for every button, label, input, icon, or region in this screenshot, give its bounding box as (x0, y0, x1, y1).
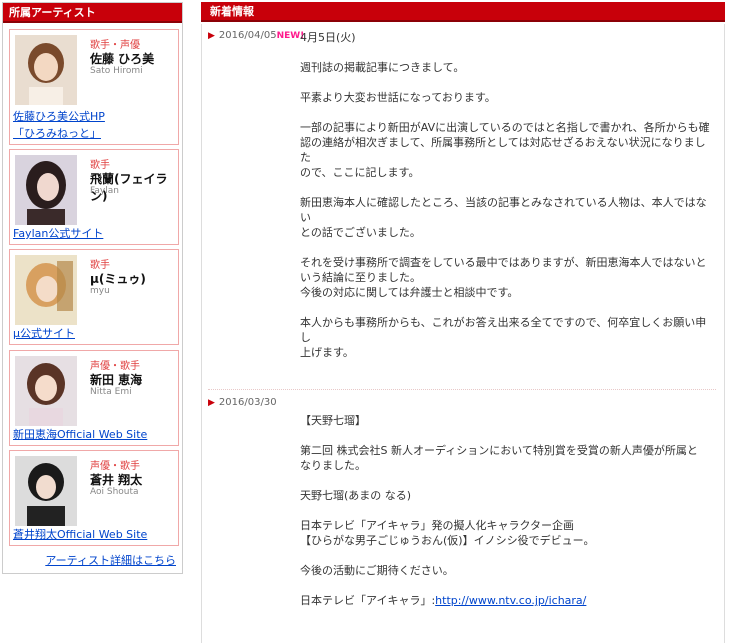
artist-role: 歌手 (90, 160, 110, 171)
news-line: 新田恵海本人に確認したところ、当該の記事とみなされている人物は、本人ではない (300, 196, 707, 224)
news-list: ▶ 2016/04/05NEW! 4月5日(火) 週刊誌の掲載記事につきまして。 … (201, 24, 725, 643)
news-line: 日本テレビ「アイキャラ」発の擬人化キャラクター企画 (300, 519, 575, 532)
artist-official-link[interactable]: μ公式サイト (13, 325, 75, 341)
news-line: ので、ここに記します。 (300, 166, 420, 179)
artist-card-faylan: 歌手 飛蘭(フェイラン) Faylan Faylan公式サイト (9, 149, 179, 245)
artist-card-nitta-emi: 声優・歌手 新田 恵海 Nitta Emi 新田恵海Official Web S… (9, 350, 179, 446)
artist-photo-icon[interactable] (15, 456, 77, 526)
artist-role: 声優・歌手 (90, 361, 140, 372)
news-line: なりました。 (300, 459, 366, 472)
sidebar-title: 所属アーティスト (3, 3, 182, 23)
news-line: 第二回 株式会社S 新人オーディションにおいて特別賞を受賞の新人声優が所属と (300, 444, 698, 457)
news-line: 【天野七瑠】 (300, 414, 366, 427)
artist-official-link[interactable]: 佐藤ひろ美公式HP (13, 108, 105, 124)
news-title: 新着情報 (201, 2, 725, 22)
artist-details-link[interactable]: アーティスト詳細はこちら (45, 552, 176, 568)
artist-official-link[interactable]: 蒼井翔太Official Web Site (13, 526, 147, 542)
news-line: 週刊誌の掲載記事につきまして。 (300, 61, 465, 74)
news-line: いう結論に至りました。 (300, 271, 421, 284)
news-date: 2016/03/30 (218, 397, 277, 408)
artist-photo-icon[interactable] (15, 356, 77, 426)
news-line: 今後の活動にご期待ください。 (300, 564, 454, 577)
artist-role: 歌手・声優 (90, 40, 140, 51)
artist-card-aoi-shouta: 声優・歌手 蒼井 翔太 Aoi Shouta 蒼井翔太Official Web … (9, 450, 179, 546)
news-line: 天野七瑠(あまの なる) (300, 489, 412, 502)
artist-name-en: Sato Hiromi (90, 66, 143, 76)
news-line: 本人からも事務所からも、これがお答え出来る全てですので、何卒宜しくお願い申し (300, 316, 707, 344)
artist-official-link[interactable]: Faylan公式サイト (13, 225, 103, 241)
artist-card-sato-hiromi: 歌手・声優 佐藤 ひろ美 Sato Hiromi 佐藤ひろ美公式HP 「ひろみね… (9, 29, 179, 145)
news-line: 上げます。 (300, 346, 354, 359)
news-line: との話でございました。 (300, 226, 421, 239)
news-line: 一部の記事により新田がAVに出演しているのではと名指しで書かれ、各所からも確 (300, 121, 710, 134)
news-divider (208, 389, 716, 390)
artist-photo-icon[interactable] (15, 155, 77, 225)
news-line: それを受け事務所で調査をしている最中ではありますが、新田恵海本人ではないと (300, 256, 707, 269)
artist-photo-icon[interactable] (15, 35, 77, 105)
news-line: 【ひらがな男子ごじゅうおん(仮)】イノシシ役でデビュー。 (300, 534, 595, 547)
news-line: 今後の対応に関しては弁護士と相談中です。 (300, 286, 519, 299)
artist-name-en: Aoi Shouta (90, 487, 139, 497)
artist-name: 新田 恵海 (90, 373, 143, 387)
triangle-bullet-icon: ▶ (208, 31, 215, 41)
news-item-body: 【天野七瑠】 第二回 株式会社S 新人オーディションにおいて特別賞を受賞の新人声… (300, 413, 714, 608)
news-date-row: ▶ 2016/03/30 (208, 397, 277, 408)
artist-role: 歌手 (90, 260, 110, 271)
artist-official-link-2[interactable]: 「ひろみねっと」 (13, 125, 101, 141)
news-line: 認の連絡が相次ぎまして、所属事務所としては対応せざるおえない状況になりました (300, 136, 706, 164)
ichara-link[interactable]: http://www.ntv.co.jp/ichara/ (435, 594, 586, 607)
artist-name: μ(ミュゥ) (90, 272, 146, 286)
artist-name: 蒼井 翔太 (90, 473, 143, 487)
artist-card-myu: 歌手 μ(ミュゥ) myu μ公式サイト (9, 249, 179, 345)
news-line: 4月5日(火) (300, 31, 356, 44)
artist-name-en: Nitta Emi (90, 387, 132, 397)
news-line: 平素より大変お世話になっております。 (300, 91, 496, 104)
artist-photo-icon[interactable] (15, 255, 77, 325)
triangle-bullet-icon: ▶ (208, 398, 215, 408)
artist-sidebar: 所属アーティスト 歌手・声優 佐藤 ひろ美 Sato Hiromi 佐藤ひろ美公… (2, 2, 183, 574)
news-link-line: 日本テレビ「アイキャラ」:http://www.ntv.co.jp/ichara… (300, 593, 714, 608)
news-date: 2016/04/05 (218, 30, 277, 41)
news-link-prefix: 日本テレビ「アイキャラ」: (300, 594, 436, 607)
artist-official-link[interactable]: 新田恵海Official Web Site (13, 426, 147, 442)
news-item-body: 4月5日(火) 週刊誌の掲載記事につきまして。 平素より大変お世話になっておりま… (300, 30, 714, 360)
artist-name: 佐藤 ひろ美 (90, 52, 155, 66)
artist-name-en: Faylan (90, 186, 119, 196)
artist-name-en: myu (90, 286, 110, 296)
artist-role: 声優・歌手 (90, 461, 140, 472)
news-date-row: ▶ 2016/04/05NEW! (208, 30, 304, 41)
